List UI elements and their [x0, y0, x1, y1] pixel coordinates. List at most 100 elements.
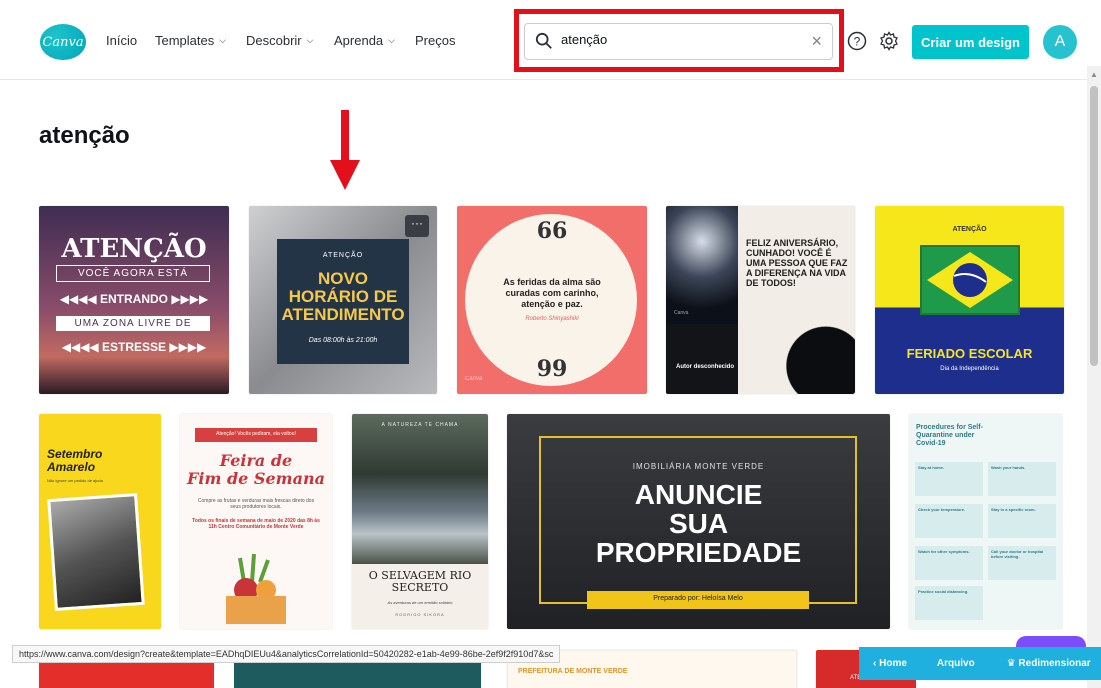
card-title: Procedures for Self-Quarantine under Cov… — [916, 424, 983, 447]
card-line: ◀◀◀◀ ESTRESSE ▶▶▶▶ — [61, 340, 207, 354]
fireworks-image — [666, 206, 738, 324]
nav-precos[interactable]: Preços — [415, 33, 455, 48]
covid-grid: Stay at home. Wash your hands. Check you… — [915, 462, 1056, 622]
nav-label: Templates — [155, 33, 215, 48]
watermark: Canva — [674, 310, 689, 316]
page-title: atenção — [39, 122, 130, 149]
card-small: ATENÇÃO — [322, 252, 364, 259]
card-body: Compre as frutas e verduras mais frescas… — [197, 498, 315, 510]
logo-text: Canva — [42, 34, 84, 50]
status-url: https://www.canva.com/design?create&temp… — [12, 645, 561, 663]
avatar[interactable]: A — [1043, 25, 1077, 59]
card-footer: Preparado por: Heloísa Melo — [653, 595, 743, 602]
search-box[interactable]: × — [524, 23, 833, 60]
scroll-thumb[interactable] — [1090, 86, 1098, 366]
card-small: A NATUREZA TE CHAMA — [381, 422, 459, 428]
nav-inicio[interactable]: Início — [106, 33, 137, 48]
card-title-line: ANUNCIE — [634, 479, 763, 510]
card-title-line: NOVO — [317, 269, 369, 288]
card-author: RODRIGO SIKORA — [395, 612, 445, 617]
canva-logo[interactable]: Canva — [40, 24, 86, 60]
chevron-down-icon: ⌵ — [219, 35, 227, 45]
card-title-line: HORÁRIO DE — [288, 287, 398, 306]
card-title: Fim de Semana — [187, 469, 325, 488]
silhouette-image — [738, 324, 855, 394]
card-subtitle: Dia da Independência — [940, 366, 999, 372]
photo-image — [47, 492, 145, 612]
nav-label: Descobrir — [246, 33, 302, 48]
card-title: Setembro Amarelo — [47, 447, 103, 474]
canva-window: Canva Início Templates ⌵ Descobrir ⌵ Apren… — [0, 0, 1101, 688]
card-title: PREFEITURA DE MONTE VERDE — [518, 668, 628, 675]
file-menu-button[interactable]: Arquivo — [937, 658, 975, 669]
card-title: Feira de — [219, 451, 293, 470]
card-title: O SELVAGEM RIO SECRETO — [368, 569, 472, 594]
grid-item: Stay at home. — [918, 465, 945, 470]
card-hours: Das 08:00h às 21:00h — [308, 337, 378, 344]
home-button[interactable]: ‹ Home — [873, 658, 907, 669]
quote-close-icon: 99 — [536, 356, 568, 382]
card-title-line: SUA — [668, 508, 729, 539]
red-arrow-annotation — [330, 110, 360, 190]
grid-item: Stay in a specific room. — [991, 507, 1036, 512]
card-text: FELIZ ANIVERSÁRIO, CUNHADO! VOCÊ É UMA P… — [746, 238, 848, 288]
card-title: FERIADO ESCOLAR — [906, 346, 1033, 361]
grid-item: Check your temperature. — [918, 507, 966, 512]
nav-descobrir[interactable]: Descobrir ⌵ — [246, 33, 313, 48]
template-card-rio-secreto[interactable]: A NATUREZA TE CHAMA O SELVAGEM RIO SECRE… — [352, 414, 488, 629]
quote-author: Roberto Shinyashiki — [525, 316, 579, 322]
chevron-down-icon: ⌵ — [388, 35, 395, 45]
card-line: VOCÊ AGORA ESTÁ — [56, 265, 210, 282]
template-card-quote[interactable]: 66 As feridas da alma são curadas com ca… — [457, 206, 647, 394]
card-title-line: ATENDIMENTO — [281, 305, 405, 324]
template-card-atencao[interactable]: ATENÇÃO VOCÊ AGORA ESTÁ ◀◀◀◀ ENTRANDO ▶▶… — [39, 206, 229, 394]
nav-aprenda[interactable]: Aprenda ⌵ — [334, 33, 395, 48]
vegetable-basket-icon — [226, 553, 286, 624]
dark-block — [666, 324, 738, 394]
top-header: Canva Início Templates ⌵ Descobrir ⌵ Apren… — [0, 0, 1101, 80]
card-line: ◀◀◀◀ ENTRANDO ▶▶▶▶ — [59, 292, 209, 306]
editor-bottom-bar: ‹ Home Arquivo ♛ Redimensionar — [859, 647, 1101, 680]
search-icon — [535, 32, 552, 49]
grid-item: Call your doctor or hospital before visi… — [991, 549, 1044, 559]
river-image — [352, 414, 488, 564]
card-brand: IMOBILIÁRIA MONTE VERDE — [632, 462, 765, 471]
quote-text: As feridas da alma são curadas com carin… — [503, 277, 601, 309]
card-title-block: NOVO HORÁRIO DE ATENDIMENTO — [277, 270, 409, 324]
banner-text: Atenção! Vocês pediram, ela voltou! — [216, 431, 296, 437]
template-card-feriado[interactable]: ATENÇÃO FERIADO ESCOLAR Dia da Independê… — [875, 206, 1064, 394]
clear-search-icon[interactable]: × — [811, 31, 822, 52]
search-input[interactable] — [561, 32, 781, 47]
scroll-up-icon[interactable]: ▲ — [1090, 70, 1098, 79]
template-card-feira[interactable]: Atenção! Vocês pediram, ela voltou! Feir… — [180, 414, 332, 629]
nav-templates[interactable]: Templates ⌵ — [155, 33, 226, 48]
card-small: ATENÇÃO — [952, 226, 987, 233]
nav-label: Preços — [415, 33, 456, 48]
card-details: Todos os finais de semana de maio de 202… — [192, 518, 320, 530]
card-subtitle: As aventuras de um ermitão solitário — [387, 600, 453, 605]
grid-item: Practice social distancing. — [918, 589, 969, 594]
brazil-flag-icon — [920, 245, 1020, 315]
card-author: Autor desconhecido — [675, 364, 734, 370]
card-subtitle: Não ignore um pedido de ajuda — [47, 478, 103, 483]
grid-item: Wash your hands. — [991, 465, 1026, 470]
template-card-covid[interactable]: Procedures for Self-Quarantine under Cov… — [909, 414, 1062, 629]
template-card-novo-horario[interactable]: ATENÇÃO NOVO HORÁRIO DE ATENDIMENTO Das … — [249, 206, 437, 394]
resize-button[interactable]: ♛ Redimensionar — [1007, 658, 1091, 669]
more-options-button[interactable]: ··· — [405, 215, 429, 237]
template-card-setembro-amarelo[interactable]: Setembro Amarelo Não ignore um pedido de… — [39, 414, 161, 629]
page-scrollbar[interactable]: ▲ — [1087, 66, 1101, 688]
template-card-aniversario[interactable]: FELIZ ANIVERSÁRIO, CUNHADO! VOCÊ É UMA P… — [666, 206, 855, 394]
help-icon[interactable]: ? — [847, 31, 867, 51]
card-line: UMA ZONA LIVRE DE — [56, 316, 210, 331]
template-card-imobiliaria[interactable]: IMOBILIÁRIA MONTE VERDE ANUNCIE SUA PROP… — [507, 414, 890, 629]
gear-icon[interactable] — [879, 31, 899, 51]
card-title-block: ANUNCIE SUA PROPRIEDADE — [507, 480, 890, 567]
nav-label: Aprenda — [334, 33, 384, 48]
chevron-down-icon: ⌵ — [306, 35, 314, 45]
nav-label: Início — [106, 33, 138, 48]
quote-open-icon: 66 — [536, 218, 568, 244]
create-design-button[interactable]: Criar um design — [912, 25, 1029, 59]
card-title-line: PROPRIEDADE — [595, 537, 802, 568]
grid-item: Watch for other symptoms. — [918, 549, 970, 554]
